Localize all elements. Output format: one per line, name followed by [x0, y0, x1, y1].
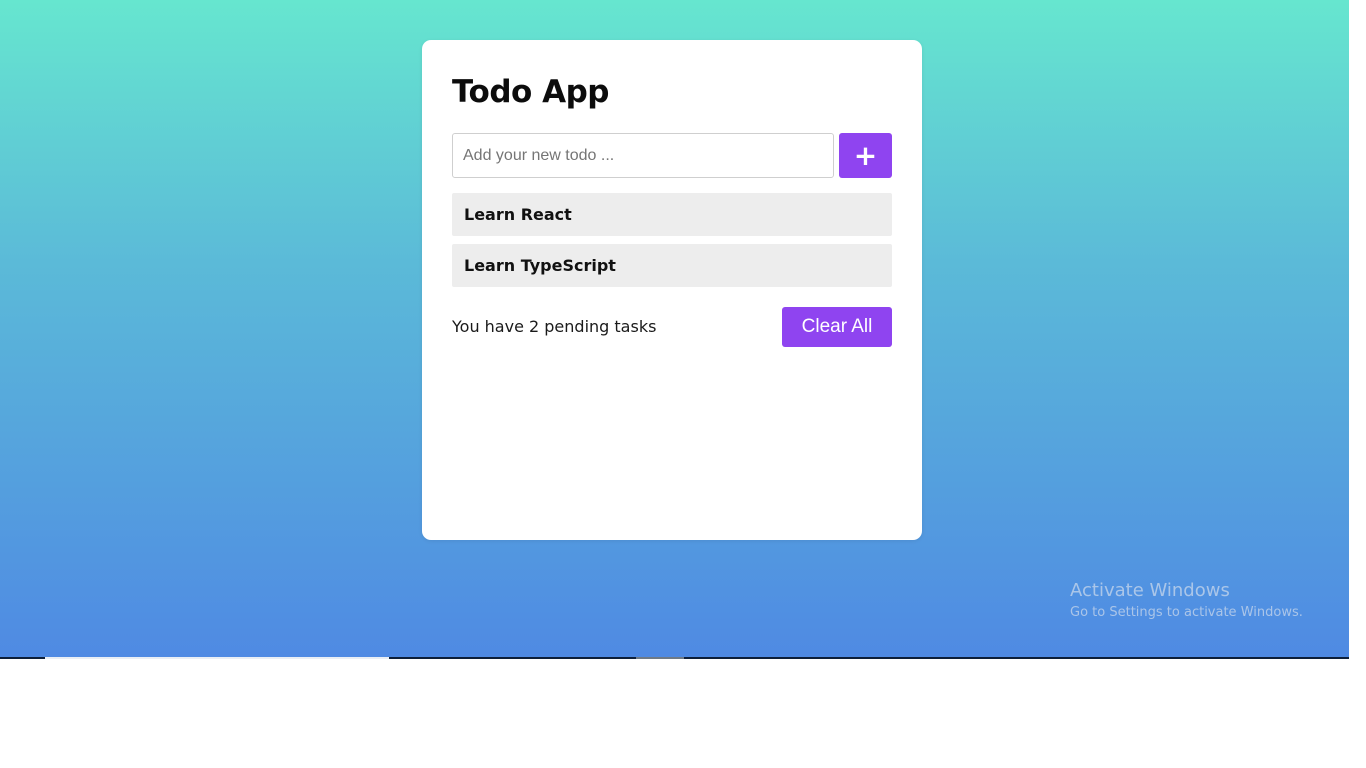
add-todo-button[interactable]: + — [839, 133, 892, 178]
activate-windows-watermark: Activate Windows Go to Settings to activ… — [1070, 579, 1303, 623]
clear-all-button[interactable]: Clear All — [782, 307, 892, 347]
watermark-title: Activate Windows — [1070, 580, 1230, 601]
page-background: Todo App + Learn React Learn TypeScript … — [0, 0, 1349, 657]
pending-count-text: You have 2 pending tasks — [452, 317, 657, 336]
todo-input[interactable] — [452, 133, 834, 178]
scrollbar-track — [1349, 0, 1366, 657]
todo-item-text: Learn React — [464, 205, 572, 224]
todo-list: Learn React Learn TypeScript — [452, 193, 892, 295]
taskbar-segment — [45, 657, 389, 659]
todo-item[interactable]: Learn React — [452, 193, 892, 236]
taskbar-segment — [636, 657, 684, 659]
watermark-subtitle: Go to Settings to activate Windows. — [1070, 605, 1303, 620]
todo-card: Todo App + Learn React Learn TypeScript … — [422, 40, 922, 540]
page-title: Todo App — [452, 74, 609, 110]
todo-item[interactable]: Learn TypeScript — [452, 244, 892, 287]
todo-item-text: Learn TypeScript — [464, 256, 616, 275]
